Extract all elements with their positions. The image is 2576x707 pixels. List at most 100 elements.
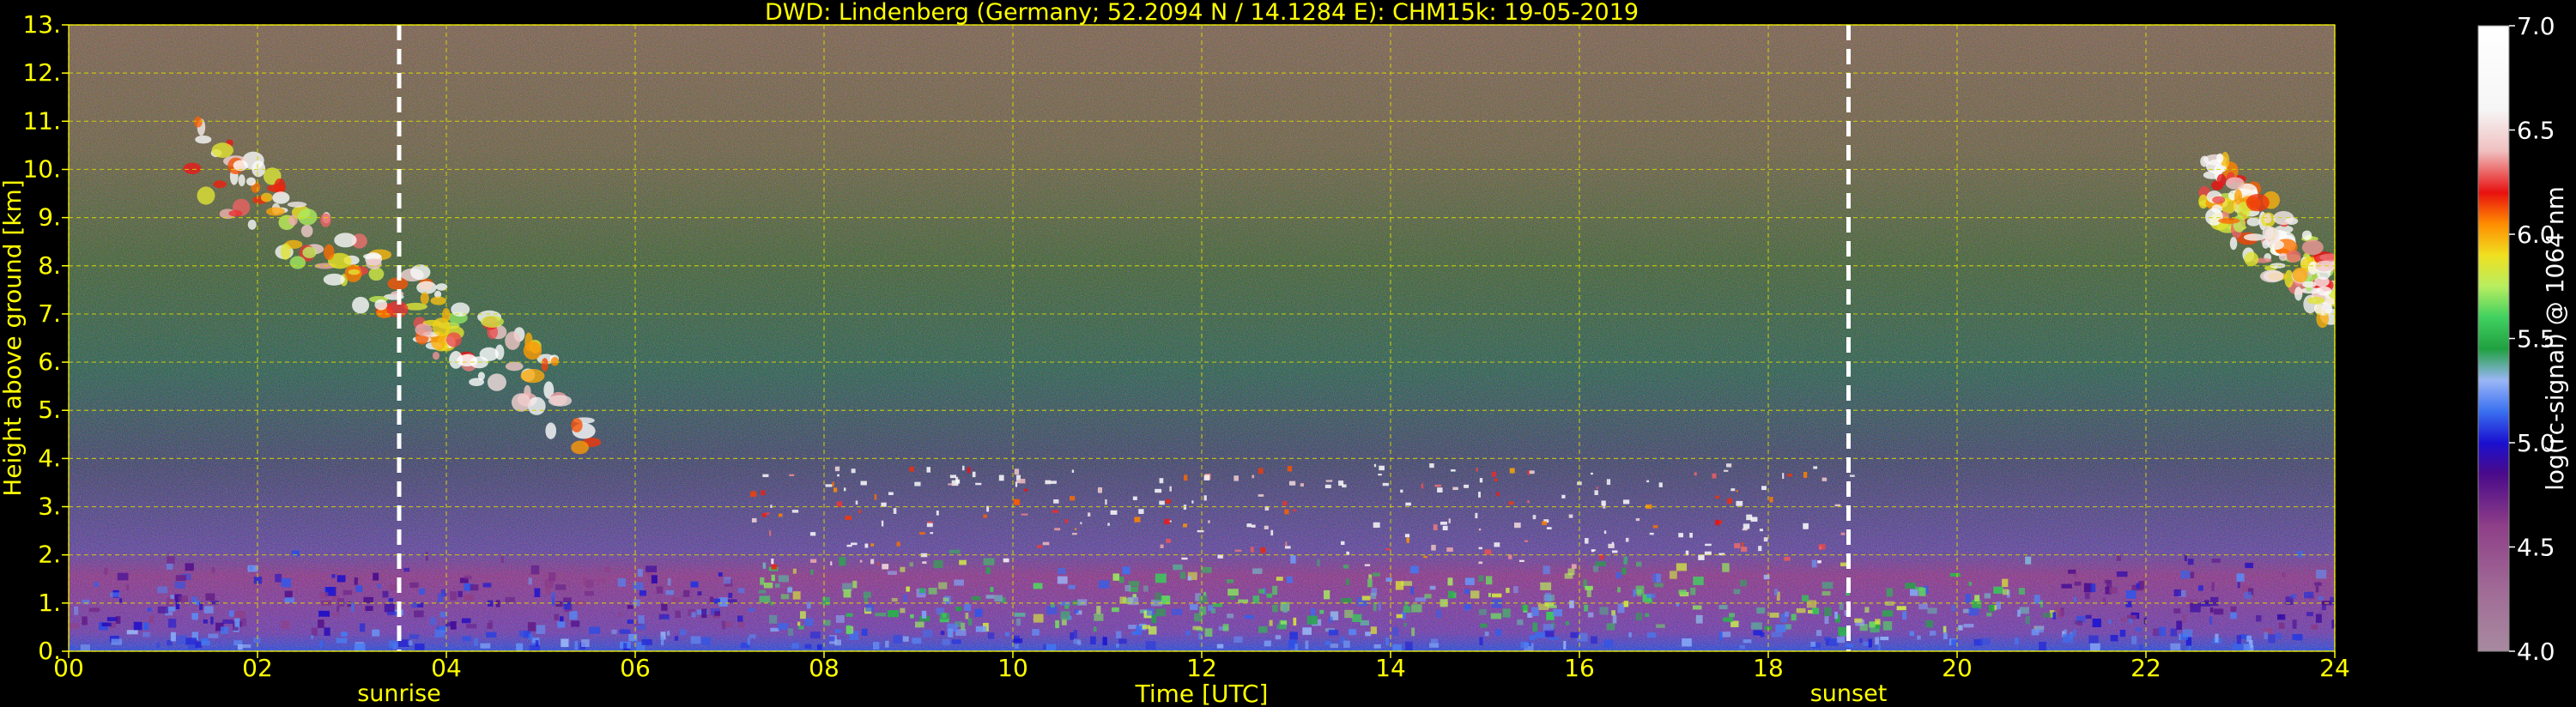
bl-cell [1569, 600, 1574, 608]
bl-cell [1430, 638, 1439, 644]
bl-cell [2314, 582, 2322, 586]
bl-cell [2264, 631, 2269, 639]
bl-cell [1198, 595, 1208, 603]
bl-cell [1060, 611, 1070, 620]
cloud-cell [1611, 550, 1618, 553]
bl-cell [1512, 586, 1518, 594]
y-tick-label: 2. [38, 541, 61, 569]
cloud-cell [266, 207, 286, 216]
bl-cell [2276, 632, 2282, 639]
bl-cell [2188, 644, 2191, 651]
bl-cell [1812, 607, 1820, 614]
bl-cell [1319, 609, 1324, 614]
bl-cell [617, 577, 627, 587]
cloud-cell [1689, 532, 1693, 538]
bl-cell [1760, 632, 1765, 638]
bl-cell [1733, 589, 1741, 595]
bl-cell [799, 611, 806, 619]
bl-cell [1633, 589, 1636, 597]
bl-cell [354, 643, 366, 651]
bl-cell [1528, 642, 1532, 647]
bl-cell [1902, 611, 1907, 620]
cloud-cell [366, 258, 382, 269]
bl-cell [1244, 614, 1254, 619]
cloud-cell [771, 558, 774, 565]
bl-cell [1269, 619, 1273, 626]
bl-cell [1203, 591, 1207, 596]
bl-cell [628, 633, 638, 642]
cloud-cell [1364, 564, 1371, 566]
bl-cell [554, 613, 560, 621]
cloud-cell [541, 358, 549, 372]
cloud-cell [2200, 155, 2209, 167]
bl-cell [516, 643, 524, 651]
bl-cell [1692, 605, 1702, 610]
cloud-cell [998, 474, 1004, 481]
bl-cell [1984, 593, 1991, 599]
bl-cell [482, 583, 492, 588]
bl-cell [589, 626, 601, 634]
bl-cell [319, 640, 324, 648]
cloud-cell [1571, 564, 1577, 569]
bl-cell [1654, 583, 1664, 588]
bl-cell [737, 609, 742, 613]
bl-cell [284, 597, 294, 603]
bl-cell [166, 563, 173, 570]
bl-cell [1669, 571, 1677, 579]
bl-cell [778, 575, 790, 583]
cloud-cell [1246, 523, 1252, 528]
bl-cell [639, 590, 647, 596]
bl-cell [994, 595, 1003, 602]
bl-cell [414, 610, 424, 618]
x-tick-label: 16 [1564, 654, 1595, 682]
bl-cell [2109, 587, 2118, 594]
bl-cell [2278, 622, 2285, 629]
cloud-cell [1635, 517, 1640, 522]
bl-cell [1864, 607, 1870, 613]
bl-cell [1403, 606, 1411, 613]
bl-cell [2170, 643, 2181, 650]
bl-cell [863, 591, 871, 598]
bl-cell [1365, 631, 1372, 637]
ceilometer-chart: sunrise sunset 00 02 04 06 08 10 12 14 16 18 20 22 24… [0, 0, 2576, 707]
bl-cell [2019, 607, 2029, 614]
bl-cell [1718, 631, 1723, 641]
cloud-cell [1817, 560, 1821, 564]
bl-cell [1470, 590, 1480, 599]
bl-cell [1567, 568, 1575, 576]
bl-cell [1289, 631, 1298, 640]
x-tick-label: 18 [1753, 654, 1784, 682]
bl-cell [1656, 573, 1662, 583]
bl-cell [1373, 644, 1381, 649]
bl-cell [922, 629, 933, 638]
bl-cell [1491, 593, 1502, 598]
bl-cell [714, 611, 720, 616]
cloud-cell [967, 467, 971, 474]
cloud-cell [1652, 525, 1658, 529]
bl-cell [1565, 620, 1569, 625]
bl-cell [1615, 572, 1621, 579]
cloud-cell [1758, 546, 1762, 552]
cloud-cell [432, 351, 440, 360]
bl-cell [1547, 604, 1557, 609]
bl-cell [909, 562, 913, 567]
bl-cell [661, 603, 668, 611]
bl-cell [311, 635, 314, 639]
cloud-cell [1160, 544, 1164, 548]
bl-cell [2182, 629, 2193, 638]
cloud-cell [252, 160, 266, 178]
bl-cell [1276, 577, 1283, 581]
bl-cell [1015, 618, 1021, 626]
bl-cell [1014, 644, 1019, 650]
cloud-cell [844, 487, 846, 492]
bl-cell [1723, 617, 1733, 622]
cloud-cell [830, 561, 833, 565]
bl-cell [1149, 625, 1157, 635]
bl-cell [581, 639, 590, 648]
bl-cell [318, 610, 330, 617]
bl-cell [965, 613, 969, 619]
bl-cell [1102, 637, 1107, 646]
cloud-cell [527, 396, 546, 415]
bl-cell [474, 638, 478, 647]
cloud-cell [810, 532, 816, 536]
